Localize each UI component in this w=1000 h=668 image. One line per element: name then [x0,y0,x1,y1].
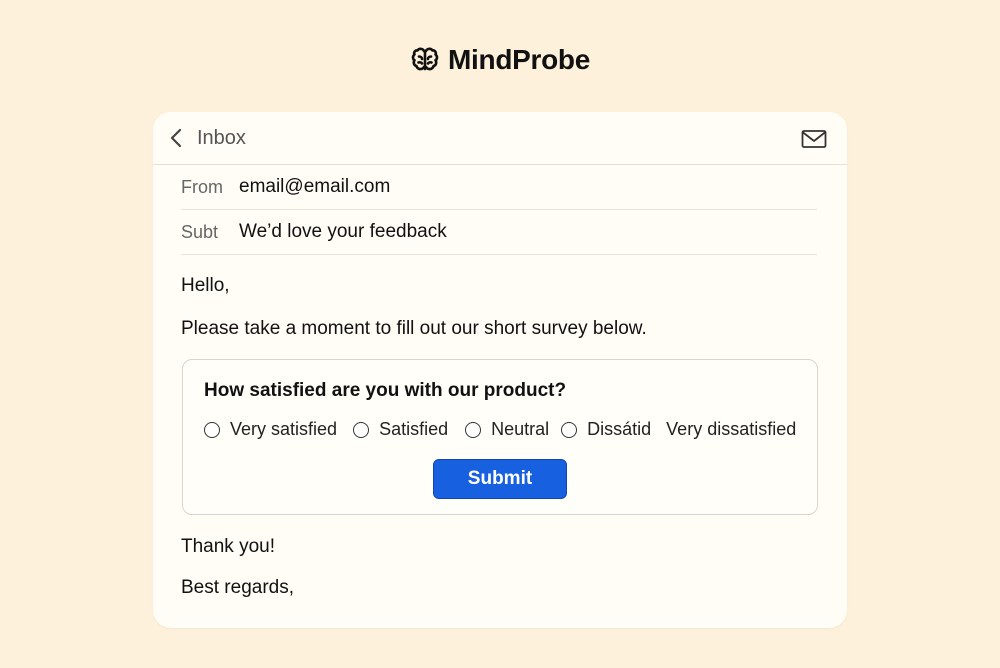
chevron-left-icon[interactable] [169,127,183,149]
email-card: Inbox From email@email.com Subt We’d lov… [153,112,847,628]
radio-very-satisfied[interactable] [204,421,220,438]
subject-row: Subt We’d love your feedback [181,210,817,255]
survey-options: Very satisfied Satisfied Neutral Dissáti… [204,419,796,440]
option-label[interactable]: Satisfied [379,419,448,440]
option-neutral[interactable]: Neutral [465,419,549,440]
from-row: From email@email.com [181,165,817,210]
option-satisfied[interactable]: Satisfied [353,419,448,440]
option-label[interactable]: Very satisfied [230,419,337,440]
radio-dissatisfied[interactable] [561,421,578,438]
option-very-satisfied[interactable]: Very satisfied [204,419,337,440]
signoff-text: Best regards, [181,577,294,598]
greeting-text: Hello, [181,275,230,296]
subject-value: We’d love your feedback [239,221,447,242]
envelope-icon[interactable] [801,129,827,149]
closing-text: Thank you! [181,536,275,557]
option-very-dissatisfied[interactable]: Very dissatisfied [666,419,796,440]
option-dissatisfied[interactable]: Dissátid [561,419,651,440]
from-label: From [181,176,223,197]
brain-icon [410,45,440,75]
radio-satisfied[interactable] [353,421,370,438]
brand-name: MindProbe [448,44,590,75]
option-label[interactable]: Neutral [491,419,549,440]
intro-text: Please take a moment to fill out our sho… [181,318,647,339]
option-label[interactable]: Dissátid [587,419,651,440]
back-to-inbox-button[interactable]: Inbox [169,127,246,150]
option-label[interactable]: Very dissatisfied [666,419,796,440]
from-value[interactable]: email@email.com [239,176,390,198]
email-header: Inbox [153,112,847,165]
radio-neutral[interactable] [465,421,482,438]
back-label[interactable]: Inbox [197,127,246,150]
survey-question: How satisfied are you with our product? [204,380,567,401]
survey-form: How satisfied are you with our product? … [182,359,818,515]
subject-label: Subt [181,221,219,242]
brand-header: MindProbe [0,44,1000,76]
submit-button[interactable]: Submit [433,459,567,499]
